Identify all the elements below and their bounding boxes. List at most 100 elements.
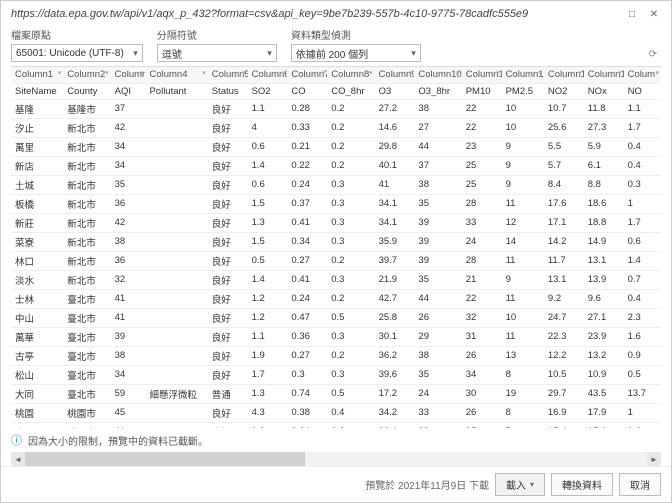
table-cell: 40.1 (375, 156, 415, 175)
preview-table: Column1Column2Column3Column4Column5Colum… (11, 67, 661, 428)
table-cell: 普通 (208, 384, 248, 403)
table-cell: 42 (111, 118, 146, 137)
table-cell: 0.4 (624, 289, 661, 308)
scroll-thumb[interactable] (25, 452, 305, 466)
table-cell: 35 (414, 270, 461, 289)
table-cell: 0.27 (287, 251, 327, 270)
table-cell: 8 (502, 365, 544, 384)
table-cell: 0.3 (327, 213, 374, 232)
maximize-button[interactable]: □ (625, 7, 639, 21)
origin-dropdown[interactable]: 65001: Unicode (UTF-8) (11, 44, 143, 62)
table-cell: 新北市 (63, 118, 110, 137)
table-cell: 14 (502, 232, 544, 251)
column-header[interactable]: Column11 (462, 67, 502, 83)
table-cell: 36 (111, 194, 146, 213)
table-cell: 0.6 (248, 137, 288, 156)
table-cell: 34 (462, 365, 502, 384)
table-cell: 25.8 (375, 308, 415, 327)
table-cell: 良好 (208, 213, 248, 232)
table-row: 新店新北市34良好1.40.220.240.1372595.76.10.4 (11, 156, 661, 175)
horizontal-scrollbar[interactable]: ◄ ► (11, 452, 661, 466)
column-header[interactable]: Column4 (145, 67, 207, 83)
table-cell: 24 (462, 232, 502, 251)
column-header[interactable]: Column3 (111, 67, 146, 83)
detect-dropdown[interactable]: 依據前 200 個列 (291, 44, 421, 62)
table-cell: 0.3 (327, 194, 374, 213)
table-cell: 25 (462, 422, 502, 428)
table-cell: 0.24 (287, 289, 327, 308)
cancel-button[interactable]: 取消 (619, 473, 661, 496)
column-header[interactable]: Colum (624, 67, 661, 83)
table-cell: 42 (111, 213, 146, 232)
table-cell: 16.9 (544, 403, 584, 422)
close-button[interactable]: ✕ (647, 7, 661, 21)
table-cell: 0.5 (624, 365, 661, 384)
column-header[interactable]: Column5 (208, 67, 248, 83)
table-cell: 良好 (208, 346, 248, 365)
table-cell: 9.6 (584, 289, 624, 308)
table-cell: 臺北市 (63, 365, 110, 384)
table-cell: 良好 (208, 156, 248, 175)
table-cell: 桃園市 (63, 422, 110, 428)
table-cell: 8 (502, 403, 544, 422)
refresh-icon[interactable]: ⟳ (645, 46, 661, 62)
table-cell: 細懸浮微粒 (145, 384, 207, 403)
table-cell: 0.2 (327, 251, 374, 270)
column-header[interactable]: Column9 (375, 67, 415, 83)
table-cell: 28 (462, 194, 502, 213)
table-cell: County (63, 83, 110, 99)
table-row: 桃園桃園市45良好4.30.380.434.23326816.917.91 (11, 403, 661, 422)
table-cell: 13.9 (584, 270, 624, 289)
table-cell: 24.7 (544, 308, 584, 327)
scroll-right-button[interactable]: ► (647, 452, 661, 466)
table-cell: 27.3 (584, 118, 624, 137)
column-header[interactable]: Column8 (327, 67, 374, 83)
column-header[interactable]: Column14 (584, 67, 624, 83)
column-header[interactable]: Column1 (11, 67, 63, 83)
table-cell: 0.2 (327, 99, 374, 118)
table-cell: 30.1 (375, 327, 415, 346)
table-cell: 11 (502, 194, 544, 213)
table-cell: NOx (584, 83, 624, 99)
table-cell: 23 (462, 137, 502, 156)
table-cell: 0.41 (287, 270, 327, 289)
table-cell: 0.3 (327, 327, 374, 346)
table-cell: 35 (414, 365, 461, 384)
table-row: 士林臺北市41良好1.20.240.242.74422119.29.60.4 (11, 289, 661, 308)
table-cell: 0.38 (287, 403, 327, 422)
table-cell: 11 (502, 289, 544, 308)
scroll-left-button[interactable]: ◄ (11, 452, 25, 466)
table-cell: 27.1 (584, 308, 624, 327)
table-cell: 21.9 (375, 270, 415, 289)
column-header[interactable]: Column10 (414, 67, 461, 83)
column-header[interactable]: Column6 (248, 67, 288, 83)
load-button[interactable]: 載入▾ (495, 473, 545, 496)
table-cell: 25 (462, 156, 502, 175)
table-cell: 良好 (208, 137, 248, 156)
table-cell (145, 213, 207, 232)
column-header[interactable]: Column7 (287, 67, 327, 83)
table-cell: 良好 (208, 289, 248, 308)
column-header[interactable]: Column12 (502, 67, 544, 83)
table-cell: PM2.5 (502, 83, 544, 99)
table-cell: 0.2 (327, 118, 374, 137)
table-cell: 板橋 (11, 194, 63, 213)
table-cell: 15.4 (544, 422, 584, 428)
table-cell: 36.2 (375, 346, 415, 365)
table-cell: 36 (111, 251, 146, 270)
table-cell: 0.2 (327, 137, 374, 156)
table-cell: 新北市 (63, 232, 110, 251)
transform-button[interactable]: 轉換資料 (551, 473, 613, 496)
table-cell: 良好 (208, 175, 248, 194)
table-cell: 13.2 (584, 346, 624, 365)
table-cell (145, 175, 207, 194)
table-cell: O3_8hr (414, 83, 461, 99)
table-cell: 新莊 (11, 213, 63, 232)
column-header[interactable]: Column2 (63, 67, 110, 83)
table-cell: 大同 (11, 384, 63, 403)
table-cell: 臺北市 (63, 384, 110, 403)
table-cell: 21 (462, 270, 502, 289)
delimiter-dropdown[interactable]: 逗號 (157, 44, 277, 62)
column-header[interactable]: Column13 (544, 67, 584, 83)
table-cell: 10.7 (544, 99, 584, 118)
